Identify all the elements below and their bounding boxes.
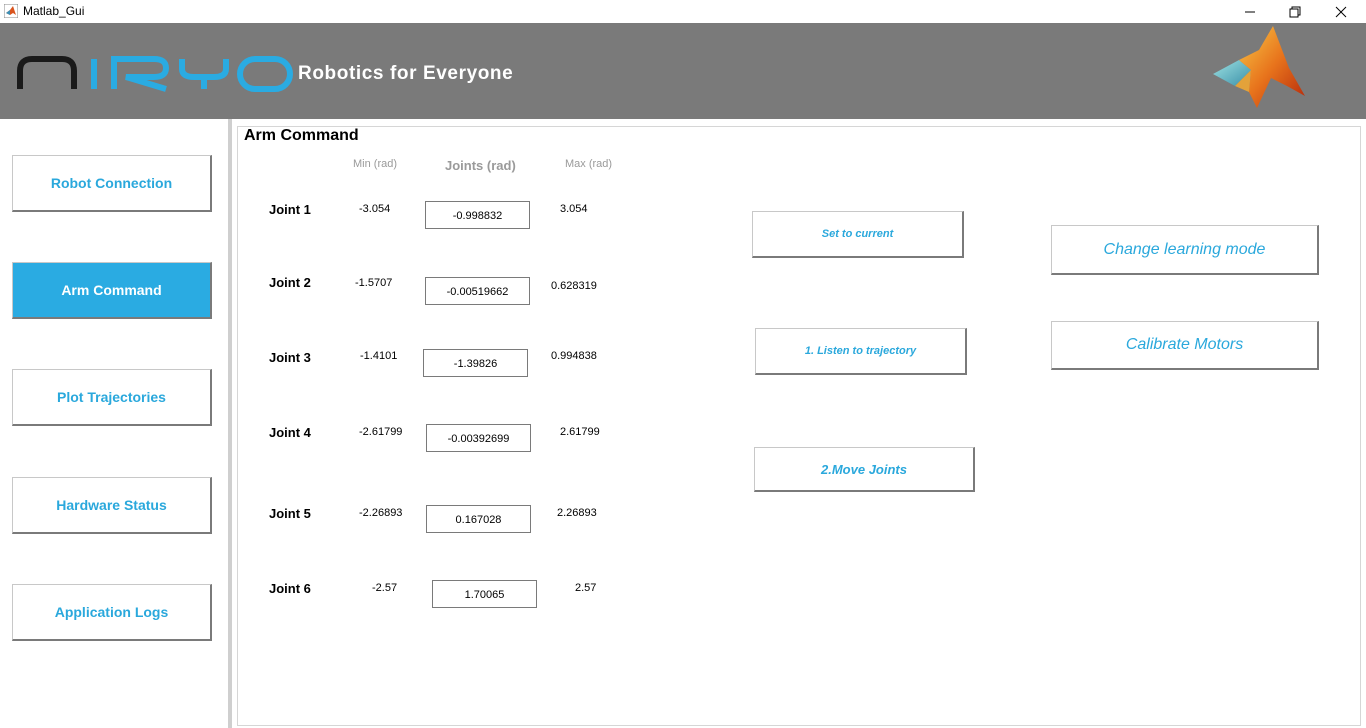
joint-3-min: -1.4101 [360, 350, 398, 362]
sidebar-item-plot-trajectories[interactable]: Plot Trajectories [12, 369, 212, 426]
minimize-icon [1245, 11, 1255, 12]
app-header: Robotics for Everyone [0, 23, 1366, 119]
sidebar-item-robot-connection[interactable]: Robot Connection [12, 155, 212, 212]
joint-5-min: -2.26893 [359, 507, 403, 519]
joint-2-label: Joint 2 [269, 275, 311, 290]
joint-5-label: Joint 5 [269, 506, 311, 521]
joint-6-max: 2.57 [575, 582, 597, 594]
restore-icon [1289, 6, 1301, 17]
restore-button[interactable] [1272, 0, 1318, 23]
joint-6-label: Joint 6 [269, 581, 311, 596]
panel-title: Arm Command [244, 127, 363, 145]
calibrate-motors-button[interactable]: Calibrate Motors [1051, 321, 1319, 370]
joint-2-min: -1.5707 [355, 277, 393, 289]
close-button[interactable] [1318, 0, 1364, 23]
joint-3-input[interactable] [423, 349, 528, 377]
window-title: Matlab_Gui [23, 4, 85, 18]
minimize-button[interactable] [1227, 0, 1273, 23]
move-joints-button[interactable]: 2.Move Joints [754, 447, 975, 492]
tagline: Robotics for Everyone [298, 63, 514, 84]
joint-6-min: -2.57 [372, 582, 398, 594]
change-learning-mode-button[interactable]: Change learning mode [1051, 225, 1319, 275]
joint-3-max: 0.994838 [551, 350, 597, 362]
joint-4-label: Joint 4 [269, 425, 311, 440]
joint-6-input[interactable] [432, 580, 537, 608]
sidebar-divider [228, 119, 232, 728]
matlab-logo-icon [1213, 26, 1305, 108]
joint-4-max: 2.61799 [560, 426, 600, 438]
window-titlebar: Matlab_Gui [0, 0, 1366, 23]
joint-2-max: 0.628319 [551, 280, 597, 292]
joint-1-label: Joint 1 [269, 202, 311, 217]
joint-1-max: 3.054 [560, 203, 588, 215]
sidebar-item-hardware-status[interactable]: Hardware Status [12, 477, 212, 534]
joint-1-input[interactable] [425, 201, 530, 229]
joint-4-min: -2.61799 [359, 426, 403, 438]
close-icon [1335, 6, 1347, 17]
joint-5-max: 2.26893 [557, 507, 597, 519]
sidebar-item-arm-command[interactable]: Arm Command [12, 262, 212, 319]
listen-to-trajectory-button[interactable]: 1. Listen to trajectory [755, 328, 967, 375]
max-column-header: Max (rad) [565, 158, 613, 170]
set-to-current-button[interactable]: Set to current [752, 211, 964, 258]
min-column-header: Min (rad) [353, 158, 398, 170]
joints-column-header: Joints (rad) [445, 158, 516, 173]
joint-5-input[interactable] [426, 505, 531, 533]
joint-4-input[interactable] [426, 424, 531, 452]
sidebar-item-application-logs[interactable]: Application Logs [12, 584, 212, 641]
matlab-app-icon [4, 4, 18, 18]
joint-1-min: -3.054 [359, 203, 391, 215]
niryo-logo [17, 56, 293, 92]
joint-3-label: Joint 3 [269, 350, 311, 365]
joint-2-input[interactable] [425, 277, 530, 305]
